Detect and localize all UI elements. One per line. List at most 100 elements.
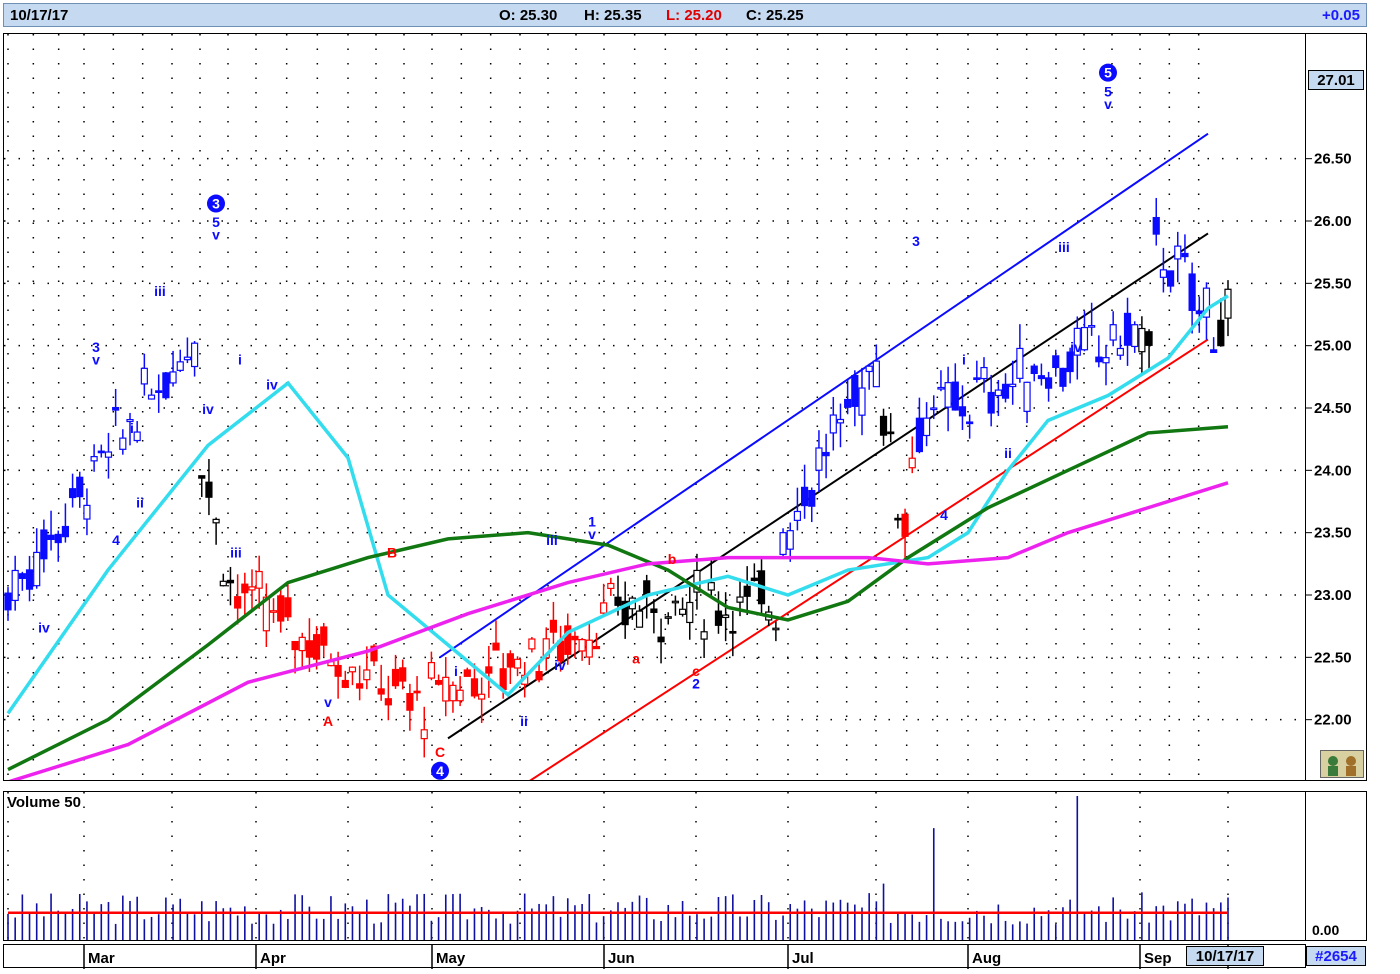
date-cursor-box: 10/17/17 [1186,946,1264,966]
wave-label-33: iii [1058,239,1070,255]
candle-49 [356,665,364,701]
candle-39 [284,580,292,621]
candle-3 [25,555,34,602]
candle-146 [1052,349,1060,377]
candle-95 [686,584,694,640]
candle-118 [851,370,859,427]
candle-75 [542,627,550,671]
candle-48 [348,666,357,686]
candle-62 [449,681,457,713]
candle-139 [1001,373,1010,403]
candle-92 [664,612,672,625]
volume-panel[interactable]: Volume 50 [3,791,1306,941]
wave-label-14: v [324,694,332,710]
candle-168 [1210,337,1218,354]
moving-average-magenta [8,481,1229,780]
candle-97 [700,619,708,658]
candle-107 [772,621,780,642]
candle-108 [779,528,787,557]
month-label: Aug [972,950,1001,967]
wave-label-12: i [238,351,242,367]
candle-128 [922,402,931,447]
wave-label-17: C [435,744,445,760]
wave-label-circled-35: 5 [1099,63,1117,82]
volume-axis: 0.00 [1306,791,1367,941]
price-panel[interactable]: iv 3 v 4 i ii iii iv 3 5 v iii i iv v A B C 4 i ii iii iv 1 v a b c… [3,33,1306,781]
candle-121 [872,344,880,388]
wave-label-5: ii [136,495,144,511]
candle-7 [54,530,62,562]
month-label: Jun [608,950,635,967]
candle-147 [1059,367,1067,392]
candle-124 [894,513,902,529]
candle-37 [269,598,278,624]
candle-115 [829,396,837,451]
candle-5 [40,519,48,573]
candle-116 [836,403,845,448]
volume-zero-label: 0.00 [1312,922,1340,938]
candle-59 [427,651,436,681]
candle-144 [1037,363,1046,386]
candle-61 [442,657,450,717]
wave-label-28: 2 [692,676,700,692]
candle-54 [391,654,400,689]
y-tick-label: 24.00 [1314,462,1352,479]
month-label: Apr [260,950,286,967]
candle-32 [234,574,242,625]
candle-81 [585,622,593,666]
candle-84 [607,577,615,596]
wave-label-10: v [212,227,220,243]
candle-12 [90,444,98,472]
candle-86 [621,581,629,639]
candle-36 [262,583,270,648]
candle-88 [635,605,644,628]
candle-114 [822,433,830,479]
wave-label-6: iii [154,283,166,299]
y-tick-label: 24.50 [1314,400,1352,417]
wave-label-34: iv [1070,339,1082,355]
candle-34 [248,569,256,610]
wave-label-29: 3 [912,233,920,249]
wave-label-24: v [588,526,596,542]
candle-153 [1102,344,1110,386]
candle-104 [750,563,758,582]
wave-label-2: v [92,351,100,367]
wave-label-11: iii [230,545,242,561]
candle-28 [205,459,213,516]
wave-label-22: iv [554,657,566,673]
candle-16 [119,429,127,455]
candle-57 [413,676,421,701]
candle-35 [255,555,263,609]
svg-text:4: 4 [436,763,444,779]
candle-70 [506,650,514,685]
month-label: Jul [792,950,814,967]
chart-id-box[interactable]: #2654 [1306,946,1366,966]
volume-chart [7,792,1229,940]
candle-113 [815,430,823,492]
candle-131 [944,366,952,432]
last-price-label: 27.01 [1308,70,1364,90]
candle-119 [858,367,866,436]
candle-163 [1174,231,1182,283]
candle-30 [219,573,227,587]
candle-133 [958,385,967,430]
candle-25 [183,337,192,364]
candle-19 [140,353,148,396]
candle-29 [212,517,220,545]
people-icon[interactable] [1320,750,1364,778]
y-tick-label: 22.00 [1314,712,1352,729]
header-date: 10/17/17 [10,7,69,24]
candle-33 [241,572,249,617]
wave-label-3: 4 [112,532,120,548]
wave-label-21: iii [546,532,558,548]
candle-156 [1123,297,1132,366]
wave-label-15: A [323,713,333,729]
candle-53 [384,675,392,721]
candle-6 [47,510,55,551]
candle-94 [678,597,687,617]
candle-1 [11,555,19,611]
month-label: May [436,950,466,967]
candle-157 [1131,321,1139,353]
candle-110 [793,487,802,531]
candle-136 [980,357,988,393]
